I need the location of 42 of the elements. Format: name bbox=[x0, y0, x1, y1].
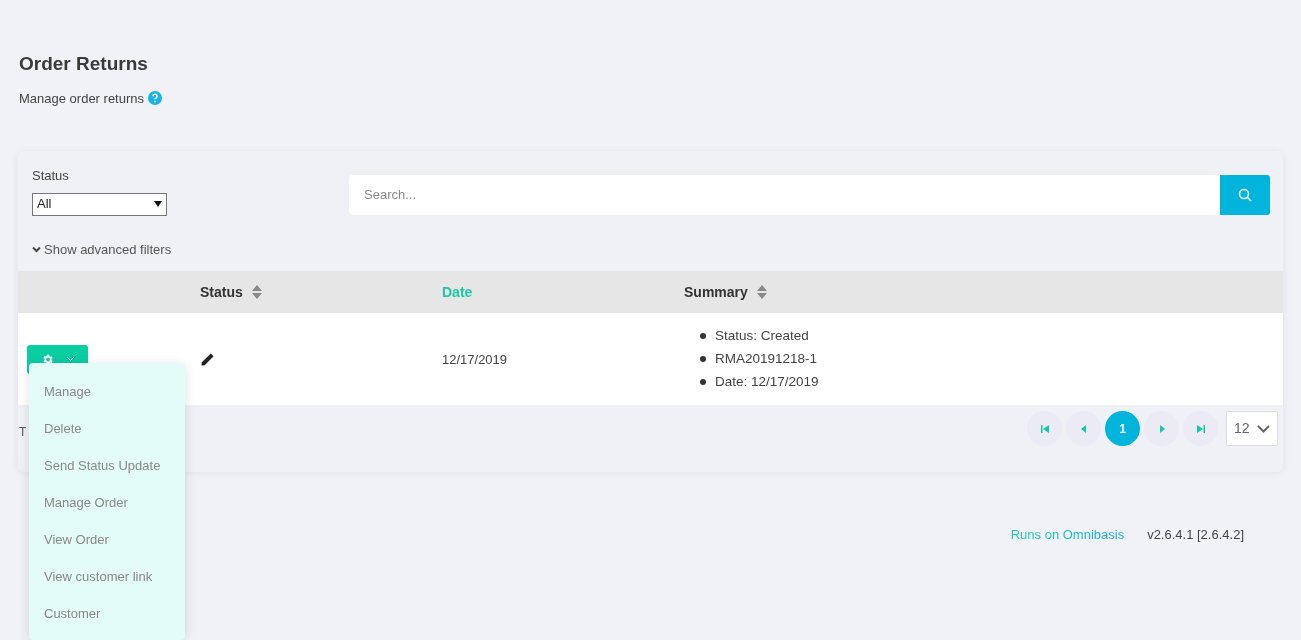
menu-item[interactable]: Manage Order bbox=[44, 495, 128, 510]
advanced-filters-link[interactable]: Show advanced filters bbox=[44, 239, 172, 259]
help-icon[interactable] bbox=[148, 91, 162, 106]
page-size-select[interactable]: 12 bbox=[1226, 411, 1278, 446]
chevron-down-icon[interactable] bbox=[32, 245, 41, 253]
menu-item[interactable]: Customer bbox=[44, 606, 101, 621]
menu-item[interactable]: Send Status Update bbox=[44, 458, 161, 473]
table-cell: 12/17/2019 bbox=[442, 352, 508, 367]
first-page-button[interactable] bbox=[1027, 411, 1062, 446]
previous-page-button[interactable] bbox=[1066, 411, 1101, 446]
bullet-icon bbox=[700, 356, 706, 362]
version-text: v2.6.4.1 [2.6.4.2] bbox=[1147, 526, 1244, 544]
page-button[interactable]: 1 bbox=[1105, 411, 1140, 446]
menu-item[interactable]: View customer link bbox=[44, 569, 153, 584]
status-select[interactable]: All bbox=[32, 192, 167, 216]
column-header[interactable]: Status bbox=[200, 281, 243, 303]
summary-item: Date: 12/17/2019 bbox=[715, 373, 819, 392]
search-button[interactable] bbox=[1220, 175, 1270, 215]
page-subtitle: Manage order returns bbox=[19, 89, 144, 108]
menu-item[interactable]: Delete bbox=[44, 421, 82, 436]
summary-item: Status: Created bbox=[715, 326, 809, 345]
chevron-down-icon bbox=[65, 356, 75, 362]
bullet-icon bbox=[700, 379, 706, 386]
sort-icon[interactable] bbox=[755, 284, 768, 300]
sort-icon[interactable] bbox=[250, 284, 263, 300]
menu-item[interactable]: View Order bbox=[44, 532, 109, 547]
next-page-button[interactable] bbox=[1144, 411, 1179, 446]
column-header[interactable]: Summary bbox=[684, 281, 748, 303]
filter-label: Status bbox=[32, 167, 70, 185]
page-title: Order Returns bbox=[19, 52, 149, 76]
summary-item: RMA20191218-1 bbox=[715, 349, 818, 368]
search-field[interactable]: Search... bbox=[349, 175, 1220, 215]
pencil-icon[interactable] bbox=[200, 351, 215, 367]
search-icon bbox=[1238, 188, 1252, 202]
bullet-icon bbox=[700, 332, 706, 339]
first-page-icon bbox=[1039, 423, 1050, 434]
last-page-button[interactable] bbox=[1183, 411, 1218, 446]
dropdown-arrow-icon bbox=[154, 201, 162, 207]
chevron-down-icon bbox=[1257, 424, 1270, 433]
last-page-icon bbox=[1195, 423, 1206, 434]
table-footer-text: T bbox=[19, 424, 27, 441]
menu-item[interactable]: Manage bbox=[44, 384, 91, 399]
